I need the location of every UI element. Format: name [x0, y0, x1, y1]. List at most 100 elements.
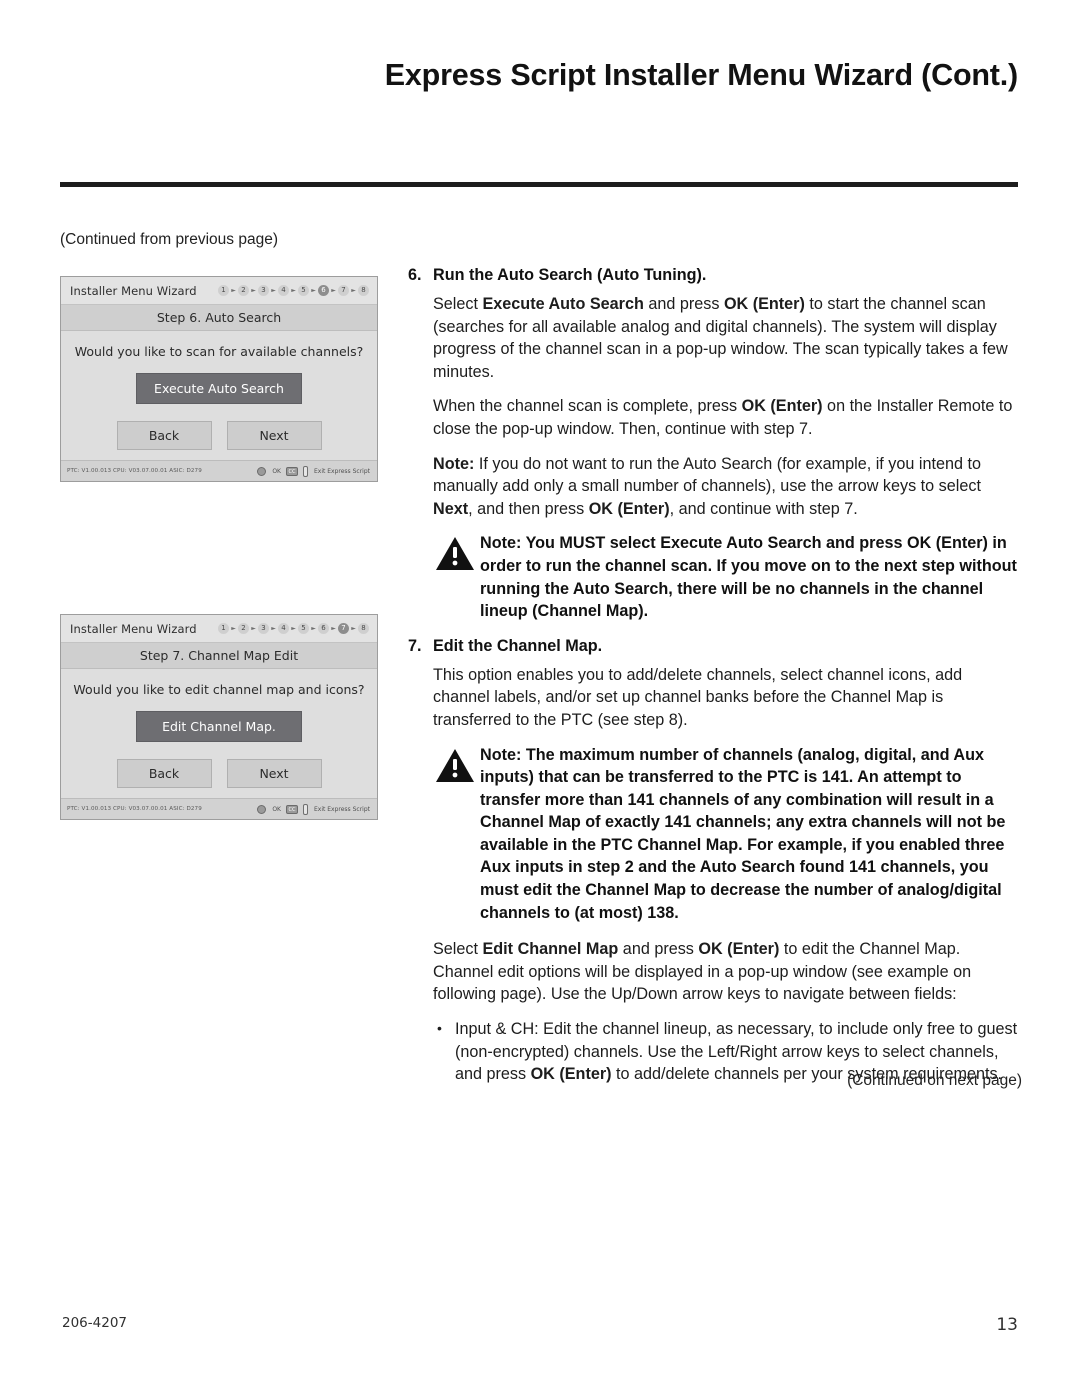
step-6-paragraph-2: When the channel scan is complete, press… [408, 395, 1022, 440]
warning-note-channel-limit: Note: The maximum number of channels (an… [408, 744, 1022, 925]
execute-auto-search-button[interactable]: Execute Auto Search [136, 373, 302, 404]
tv-version-text: PTC: V1.00.013 CPU: V03.07.00.01 ASIC: D… [67, 806, 202, 812]
warning-triangle-icon [436, 537, 474, 571]
step-dot-6-active: 6 [318, 285, 329, 296]
step-indicator: 1 ► 2 ► 3 ► 4 ► 5 ► 6 ► 7 ► 8 [218, 285, 369, 296]
text-fragment-bold: OK (Enter) [741, 397, 823, 416]
next-button[interactable]: Next [226, 759, 322, 788]
text-fragment-bold: Next [433, 499, 469, 518]
step-dot-1: 1 [218, 285, 229, 296]
back-button[interactable]: Back [116, 421, 212, 450]
step-dot-8: 8 [358, 623, 369, 634]
step-7-heading: 7. Edit the Channel Map. [408, 637, 1022, 656]
step-dot-5: 5 [298, 285, 309, 296]
step-dot-4: 4 [278, 285, 289, 296]
step-arrow-icon: ► [271, 625, 276, 632]
step-arrow-icon: ► [331, 287, 336, 294]
step-arrow-icon: ► [311, 625, 316, 632]
text-fragment: When the channel scan is complete, press [433, 397, 742, 416]
step-dot-7: 7 [338, 285, 349, 296]
step-7-block: 7. Edit the Channel Map. This option ena… [408, 637, 1022, 732]
step-6-block: 6. Run the Auto Search (Auto Tuning). Se… [408, 266, 1022, 520]
continued-from-previous-page: (Continued from previous page) [60, 231, 278, 248]
step-7-number: 7. [408, 636, 422, 655]
closed-caption-icon: CC [285, 804, 298, 814]
step-arrow-icon: ► [251, 625, 256, 632]
step-dot-2: 2 [238, 285, 249, 296]
step-dot-2: 2 [238, 623, 249, 634]
step-dot-5: 5 [298, 623, 309, 634]
text-fragment-bold: OK (Enter) [588, 499, 670, 518]
tv-body: Would you like to edit channel map and i… [61, 669, 377, 798]
step-arrow-icon: ► [231, 287, 236, 294]
tv-question-text: Would you like to edit channel map and i… [73, 682, 365, 697]
text-fragment-bold: OK (Enter) [698, 940, 780, 959]
text-fragment: If you do not want to run the Auto Searc… [433, 454, 981, 496]
remote-icon [302, 465, 308, 477]
text-fragment: Select [433, 940, 483, 959]
step-6-number: 6. [408, 266, 422, 284]
exit-express-script-label: Exit Express Script [313, 805, 370, 813]
warning-note-text: Note: You MUST select Execute Auto Searc… [480, 534, 1017, 621]
step-6-paragraph-3: Note: If you do not want to run the Auto… [408, 453, 1022, 521]
step-arrow-icon: ► [331, 625, 336, 632]
step-dot-8: 8 [358, 285, 369, 296]
text-fragment-bold: Edit Channel Map [482, 940, 619, 959]
step-dot-3: 3 [258, 285, 269, 296]
step-arrow-icon: ► [291, 625, 296, 632]
text-fragment: , and continue with step 7. [669, 499, 858, 518]
warning-note-text: Note: The maximum number of channels (an… [480, 745, 1006, 922]
step-dot-3: 3 [258, 623, 269, 634]
text-fragment-bold: Execute Auto Search [482, 295, 644, 313]
tv-window-title: Installer Menu Wizard [70, 283, 197, 298]
tv-footer-bar: PTC: V1.00.013 CPU: V03.07.00.01 ASIC: D… [61, 460, 377, 481]
tv-footer-bar: PTC: V1.00.013 CPU: V03.07.00.01 ASIC: D… [61, 798, 377, 819]
step-6-paragraph-1: Select Execute Auto Search and press OK … [408, 293, 1022, 383]
step-7-heading-text: Edit the Channel Map. [433, 636, 603, 655]
tv-titlebar: Installer Menu Wizard 1 ► 2 ► 3 ► 4 ► 5 ► 6 ► 7 ► 8 [61, 615, 377, 643]
step-arrow-icon: ► [251, 287, 256, 294]
step-6-heading-text: Run the Auto Search (Auto Tuning). [433, 266, 707, 284]
step-dot-7-active: 7 [338, 623, 349, 634]
step-arrow-icon: ► [291, 287, 296, 294]
warning-note-auto-search: Note: You MUST select Execute Auto Searc… [408, 532, 1022, 622]
ok-button-icon [257, 804, 267, 814]
tv-footer-icons: OK CC Exit Express Script [257, 465, 370, 477]
step-indicator: 1 ► 2 ► 3 ► 4 ► 5 ► 6 ► 7 ► 8 [218, 623, 369, 634]
step-6-heading: 6. Run the Auto Search (Auto Tuning). [408, 266, 1022, 285]
step-dot-4: 4 [278, 623, 289, 634]
step-7-paragraph-2: Select Edit Channel Map and press OK (En… [408, 938, 1022, 1006]
text-fragment: and press [643, 295, 724, 313]
tv-titlebar: Installer Menu Wizard 1 ► 2 ► 3 ► 4 ► 5 ► 6 ► 7 ► 8 [61, 277, 377, 305]
step-dot-6: 6 [318, 623, 329, 634]
back-button[interactable]: Back [116, 759, 212, 788]
installer-wizard-screenshot-step7: Installer Menu Wizard 1 ► 2 ► 3 ► 4 ► 5 ► 6 ► 7 ► 8 St… [60, 614, 378, 820]
installer-wizard-screenshot-step6: Installer Menu Wizard 1 ► 2 ► 3 ► 4 ► 5 ► 6 ► 7 ► 8 St… [60, 276, 378, 482]
step-arrow-icon: ► [231, 625, 236, 632]
tv-nav-row: Back Next [61, 759, 377, 788]
edit-channel-map-button[interactable]: Edit Channel Map. [136, 711, 302, 742]
text-fragment: , and then press [468, 499, 589, 518]
tv-nav-row: Back Next [61, 421, 377, 450]
main-content: 6. Run the Auto Search (Auto Tuning). Se… [408, 266, 1022, 1094]
tv-body: Would you like to scan for available cha… [61, 331, 377, 460]
tv-step-title: Step 7. Channel Map Edit [61, 643, 377, 669]
step-arrow-icon: ► [351, 625, 356, 632]
step-arrow-icon: ► [271, 287, 276, 294]
step-arrow-icon: ► [351, 287, 356, 294]
remote-icon [302, 803, 308, 815]
step-7-paragraph-1: This option enables you to add/delete ch… [433, 665, 963, 729]
ok-button-icon [257, 466, 267, 476]
text-fragment-bold: Note: [433, 454, 475, 473]
next-button[interactable]: Next [226, 421, 322, 450]
tv-question-text: Would you like to scan for available cha… [74, 344, 364, 359]
tv-window-title: Installer Menu Wizard [70, 621, 197, 636]
tv-footer-icons: OK CC Exit Express Script [257, 803, 370, 815]
ok-label: OK [272, 467, 281, 475]
document-number: 206-4207 [62, 1315, 127, 1331]
header-divider [60, 182, 1018, 187]
continued-on-next-page: (Continued on next page) [847, 1072, 1022, 1089]
step-arrow-icon: ► [311, 287, 316, 294]
tv-step-title: Step 6. Auto Search [61, 305, 377, 331]
tv-version-text: PTC: V1.00.013 CPU: V03.07.00.01 ASIC: D… [67, 468, 202, 474]
